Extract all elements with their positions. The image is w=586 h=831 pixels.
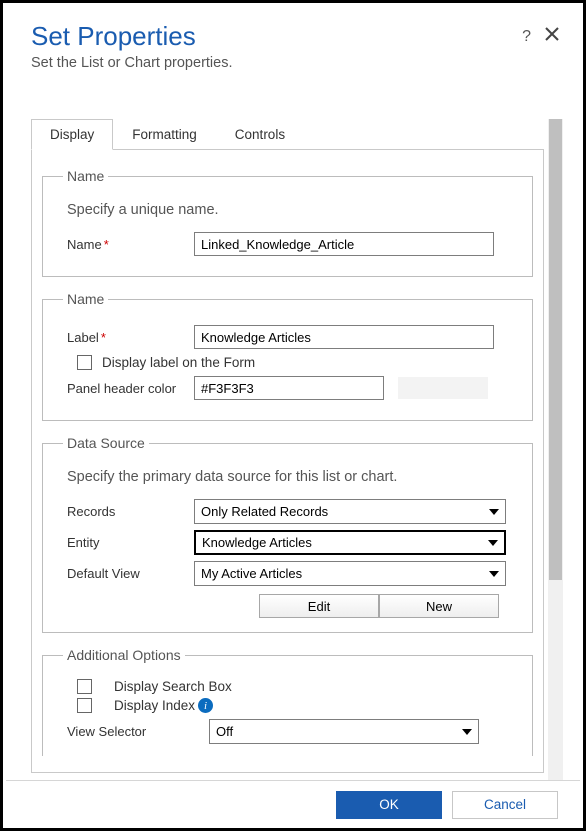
group-name-legend: Name [63,168,108,184]
view-selector-label: View Selector [59,724,209,739]
tab-panel-display: Name Specify a unique name. Name* Name L… [31,150,544,773]
vertical-scrollbar[interactable] [548,119,563,828]
records-label: Records [59,504,194,519]
scrollbar-thumb[interactable] [549,119,562,580]
label-input[interactable] [194,325,494,349]
group-name: Name Specify a unique name. Name* [42,168,533,277]
display-index-checkbox[interactable] [77,698,92,713]
dialog-title: Set Properties [31,21,233,52]
default-view-select[interactable]: My Active Articles [194,561,506,586]
group-ds-legend: Data Source [63,435,149,451]
search-box-checkbox[interactable] [77,679,92,694]
group-data-source: Data Source Specify the primary data sou… [42,435,533,633]
records-select[interactable]: Only Related Records [194,499,506,524]
group-label: Name Label* Display label on the Form Pa… [42,291,533,421]
default-view-label: Default View [59,566,194,581]
group-name-desc: Specify a unique name. [67,202,516,218]
dialog-subtitle: Set the List or Chart properties. [31,55,233,71]
new-button[interactable]: New [379,594,499,618]
view-selector-select[interactable]: Off [209,719,479,744]
edit-button[interactable]: Edit [259,594,379,618]
display-label-text: Display label on the Form [102,355,255,370]
display-label-checkbox[interactable] [77,355,92,370]
tab-display[interactable]: Display [31,119,113,150]
group-label-legend: Name [63,291,108,307]
panel-color-input[interactable] [194,376,384,400]
group-ds-desc: Specify the primary data source for this… [67,469,516,485]
ok-button[interactable]: OK [336,791,442,819]
tab-controls[interactable]: Controls [216,119,304,149]
group-additional-options: Additional Options Display Search Box Di… [42,647,533,756]
panel-color-swatch [398,377,488,399]
help-icon[interactable]: ? [522,28,531,46]
search-box-text: Display Search Box [114,679,232,694]
dialog-footer: OK Cancel [6,780,580,828]
display-index-text: Display Index [114,698,195,713]
close-icon[interactable] [545,27,559,46]
label-label: Label* [59,330,194,345]
cancel-button[interactable]: Cancel [452,791,558,819]
tab-strip: Display Formatting Controls [31,119,544,150]
group-opts-legend: Additional Options [63,647,185,663]
entity-select[interactable]: Knowledge Articles [194,530,506,555]
entity-label: Entity [59,535,194,550]
info-icon[interactable]: i [198,698,213,713]
name-label: Name* [59,237,194,252]
tab-formatting[interactable]: Formatting [113,119,216,149]
panel-color-label: Panel header color [59,381,194,396]
name-input[interactable] [194,232,494,256]
